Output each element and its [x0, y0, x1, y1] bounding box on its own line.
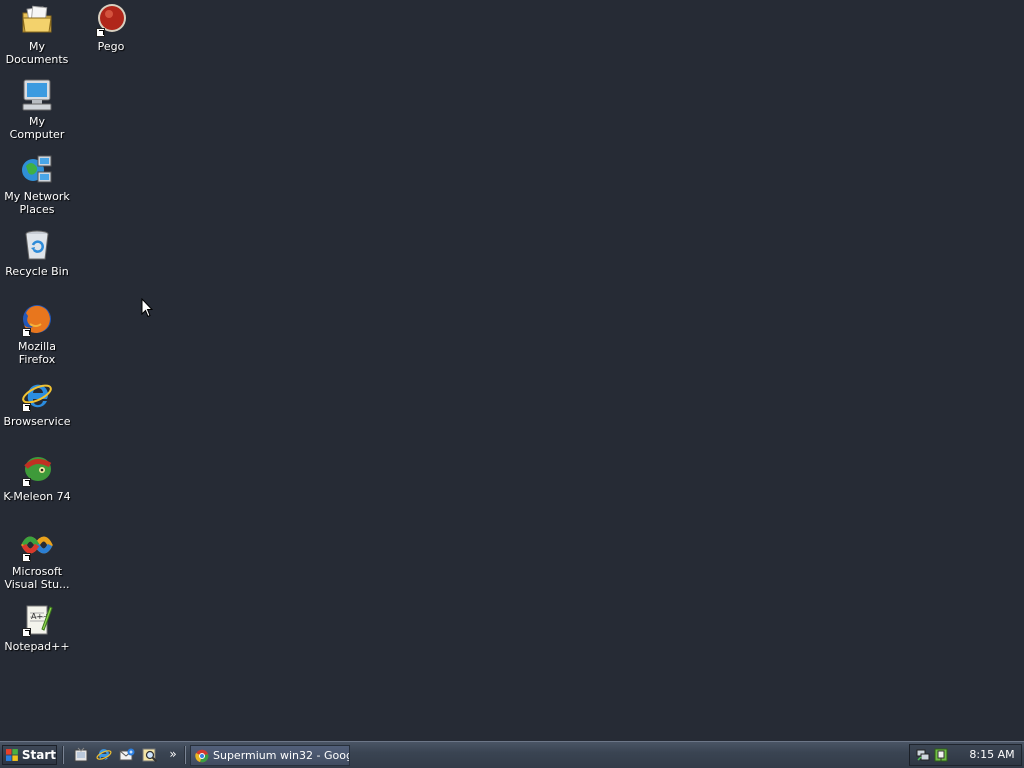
shortcut-arrow-icon — [22, 328, 31, 337]
shortcut-arrow-icon — [22, 478, 31, 487]
taskbar-window-label: Supermium win32 - Googl... — [213, 749, 349, 762]
shortcut-arrow-icon — [22, 628, 31, 637]
my-network-places-icon — [20, 153, 54, 187]
desktop-icon-label: K-Meleon 74 — [3, 490, 71, 503]
shortcut-arrow-icon — [22, 553, 31, 562]
desktop-icon-recycle-bin[interactable]: Recycle Bin — [0, 228, 74, 278]
search-icon[interactable] — [142, 747, 158, 763]
desktop-icon-label: My Computer — [9, 115, 65, 141]
desktop-icon-mozilla-firefox[interactable]: Mozilla Firefox — [0, 303, 74, 366]
my-documents-icon — [20, 3, 54, 37]
taskbar: Start » Supermium win32 - Goo 8:15 AM — [0, 741, 1024, 768]
desktop-icon-label: My Network Places — [4, 190, 70, 216]
system-tray: 8:15 AM — [909, 744, 1022, 766]
desktop-icon-label: Notepad++ — [4, 640, 70, 653]
windows-logo-icon — [6, 749, 18, 761]
desktop-icon-k-meleon[interactable]: K-Meleon 74 — [0, 453, 74, 503]
desktop-icon-label: Mozilla Firefox — [18, 340, 56, 366]
supermium-icon — [195, 749, 209, 762]
desktop-icon-label: Recycle Bin — [5, 265, 69, 278]
safely-remove-hardware-icon[interactable] — [934, 748, 948, 762]
visual-studio-icon — [20, 528, 54, 562]
taskbar-separator — [62, 746, 64, 764]
start-button[interactable]: Start — [2, 745, 57, 765]
notepad-plus-plus-icon: A++ — [20, 603, 54, 637]
firefox-icon — [20, 303, 54, 337]
k-meleon-icon — [20, 453, 54, 487]
desktop-icon-label: My Documents — [5, 40, 69, 66]
desktop-icon-pego[interactable]: Pego — [74, 3, 148, 53]
mouse-cursor-icon — [141, 298, 153, 318]
recycle-bin-icon — [20, 228, 54, 262]
desktop-icon-visual-studio[interactable]: Microsoft Visual Stu... — [0, 528, 74, 591]
pego-icon — [94, 3, 128, 37]
desktop-icon-notepad-plus-plus[interactable]: A++ Notepad++ — [0, 603, 74, 653]
desktop-icon-browservice[interactable]: Browservice — [0, 378, 74, 428]
desktop-icon-my-computer[interactable]: My Computer — [0, 78, 74, 141]
network-icon[interactable] — [916, 748, 930, 762]
desktop-icon-my-documents[interactable]: My Documents — [0, 3, 74, 66]
desktop[interactable]: My Documents Pego My Computer My Network… — [0, 0, 1024, 741]
my-computer-icon — [20, 78, 54, 112]
desktop-icon-label: Pego — [97, 40, 125, 53]
taskbar-window-button[interactable]: Supermium win32 - Googl... — [190, 745, 350, 766]
internet-explorer-icon[interactable] — [96, 747, 112, 763]
desktop-icon-label: Microsoft Visual Stu... — [4, 565, 70, 591]
taskbar-separator — [184, 746, 186, 764]
internet-explorer-icon — [20, 378, 54, 412]
show-desktop-icon[interactable] — [73, 747, 89, 763]
outlook-express-icon[interactable] — [119, 747, 135, 763]
desktop-icon-my-network-places[interactable]: My Network Places — [0, 153, 74, 216]
shortcut-arrow-icon — [22, 403, 31, 412]
quick-launch-more-button[interactable]: » — [167, 745, 179, 763]
start-label: Start — [21, 748, 56, 762]
desktop-icon-label: Browservice — [3, 415, 71, 428]
shortcut-arrow-icon — [96, 28, 105, 37]
clock[interactable]: 8:15 AM — [964, 745, 1020, 765]
